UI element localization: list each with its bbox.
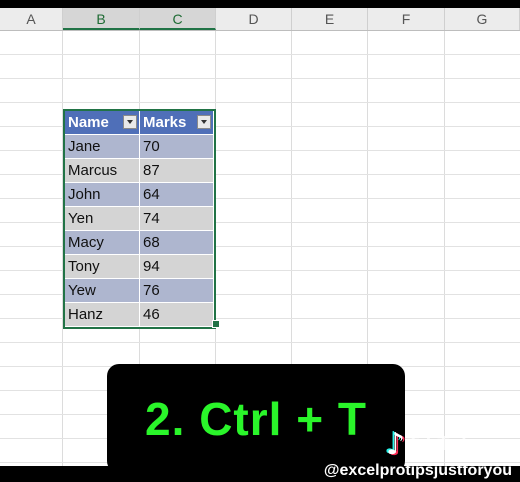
header-marks-label: Marks [143,114,187,131]
marks-cell[interactable]: 74 [140,207,214,231]
name-cell[interactable]: Marcus [65,159,140,183]
marks-cell[interactable]: 94 [140,255,214,279]
marks-cell[interactable]: 64 [140,183,214,207]
filter-dropdown-icon[interactable] [123,115,137,129]
table-row[interactable]: Yew 76 [65,279,214,303]
top-letterbox [0,0,520,8]
column-header-row: ABCDEFG [0,8,520,31]
grid-row-line [0,54,520,55]
tiktok-watermark: ♪ TikTok [386,424,506,464]
name-cell[interactable]: Yew [65,279,140,303]
name-cell[interactable]: Jane [65,135,140,159]
table-row[interactable]: Hanz 46 [65,303,214,327]
creator-handle: @excelprotipsjustforyou [323,462,512,479]
column-header-f[interactable]: F [368,8,445,30]
table-row[interactable]: Marcus 87 [65,159,214,183]
table-row[interactable]: Tony 94 [65,255,214,279]
marks-cell[interactable]: 70 [140,135,214,159]
name-cell[interactable]: Hanz [65,303,140,327]
marks-cell[interactable]: 76 [140,279,214,303]
table-row[interactable]: John 64 [65,183,214,207]
column-header-d[interactable]: D [216,8,292,30]
tiktok-video-frame: ABCDEFG Name Marks Jane 70 Marcus 87 John 64 Y… [0,0,520,482]
marks-cell[interactable]: 87 [140,159,214,183]
marks-cell[interactable]: 68 [140,231,214,255]
column-header-a[interactable]: A [0,8,63,30]
column-header-e[interactable]: E [292,8,368,30]
header-cell-marks[interactable]: Marks [140,111,214,135]
grid-row-line [0,102,520,103]
table-row[interactable]: Macy 68 [65,231,214,255]
column-header-g[interactable]: G [445,8,520,30]
column-header-b[interactable]: B [63,8,140,30]
grid-row-line [0,342,520,343]
name-cell[interactable]: Macy [65,231,140,255]
grid-column-line [444,31,445,474]
table-row[interactable]: Jane 70 [65,135,214,159]
grid-row-line [0,78,520,79]
header-cell-name[interactable]: Name [65,111,140,135]
tiktok-logo-text: TikTok [407,432,473,455]
caption-text: 2. Ctrl + T [145,392,367,445]
name-cell[interactable]: Tony [65,255,140,279]
filter-dropdown-icon[interactable] [197,115,211,129]
fill-handle[interactable] [212,320,220,328]
name-cell[interactable]: Yen [65,207,140,231]
header-name-label: Name [68,114,109,131]
table-header-row: Name Marks [65,111,214,135]
column-header-c[interactable]: C [140,8,216,30]
table-row[interactable]: Yen 74 [65,207,214,231]
excel-table[interactable]: Name Marks Jane 70 Marcus 87 John 64 Yen 74 Macy… [63,109,216,329]
marks-cell[interactable]: 46 [140,303,214,327]
caption-overlay: 2. Ctrl + T [107,364,405,473]
tiktok-note-icon: ♪ [386,426,406,462]
name-cell[interactable]: John [65,183,140,207]
